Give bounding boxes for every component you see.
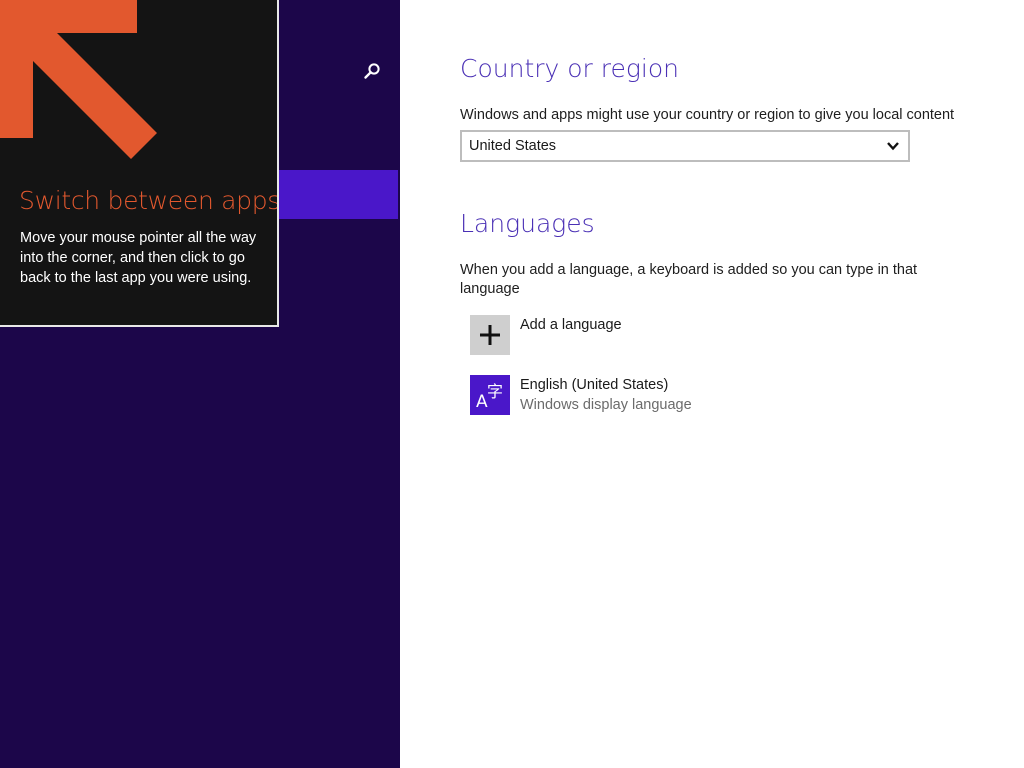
country-select-value: United States <box>469 138 557 154</box>
language-item-english[interactable]: A 字 English (United States) Windows disp… <box>470 375 950 417</box>
add-language-label: Add a language <box>520 317 622 333</box>
tip-title: Switch between apps <box>19 186 279 215</box>
svg-text:字: 字 <box>487 382 503 401</box>
search-button[interactable] <box>358 57 386 85</box>
language-name: English (United States) <box>520 377 669 393</box>
search-icon <box>364 63 380 79</box>
country-description: Windows and apps might use your country … <box>460 107 955 123</box>
chevron-down-icon <box>887 142 899 151</box>
languages-description: When you add a language, a keyboard is a… <box>460 262 918 297</box>
arrow-up-left-icon <box>0 0 157 159</box>
language-subtitle: Windows display language <box>520 397 692 413</box>
language-tile: A 字 <box>470 375 510 415</box>
nav-item-selected[interactable] <box>278 170 398 219</box>
country-heading: Country or region <box>460 54 679 83</box>
tip-popup: Switch between apps Move your mouse poin… <box>0 0 279 327</box>
tip-body: Move your mouse pointer all the way into… <box>20 230 257 286</box>
country-select[interactable]: United States <box>460 130 910 162</box>
add-language-button[interactable]: Add a language <box>470 315 950 357</box>
content-pane: Country or region Windows and apps might… <box>400 0 1024 768</box>
languages-heading: Languages <box>460 209 595 238</box>
pc-settings-screen: Switch between apps Move your mouse poin… <box>0 0 1024 768</box>
add-language-tile[interactable] <box>470 315 510 355</box>
language-icon: A 字 <box>476 382 503 412</box>
plus-icon <box>480 325 500 345</box>
